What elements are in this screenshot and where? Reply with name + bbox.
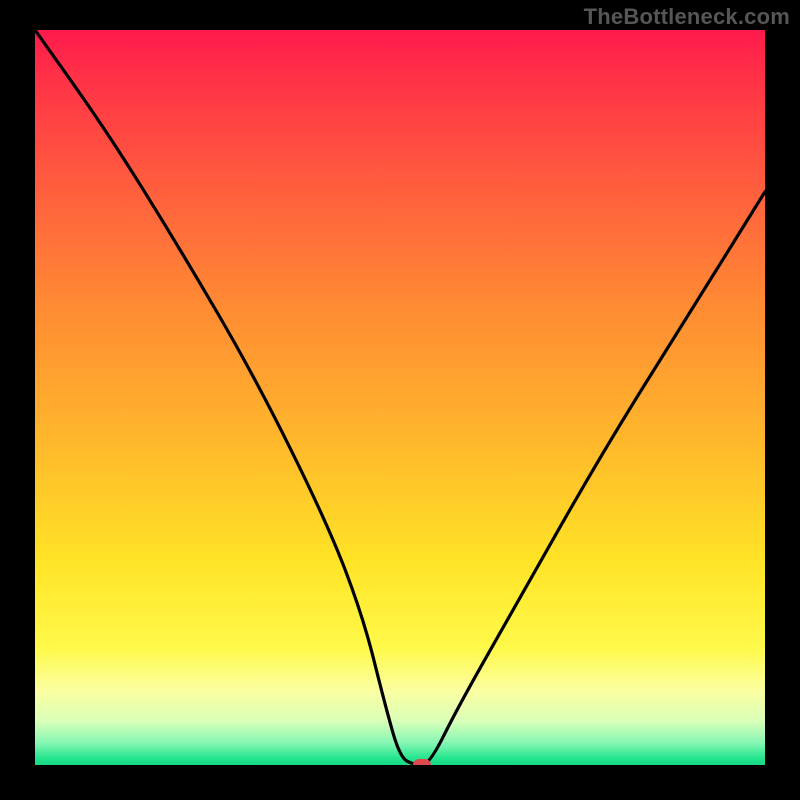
plot-area [35,30,765,765]
watermark-label: TheBottleneck.com [584,4,790,30]
optimum-marker [413,759,431,765]
bottleneck-curve [35,30,765,765]
chart-frame: TheBottleneck.com [0,0,800,800]
